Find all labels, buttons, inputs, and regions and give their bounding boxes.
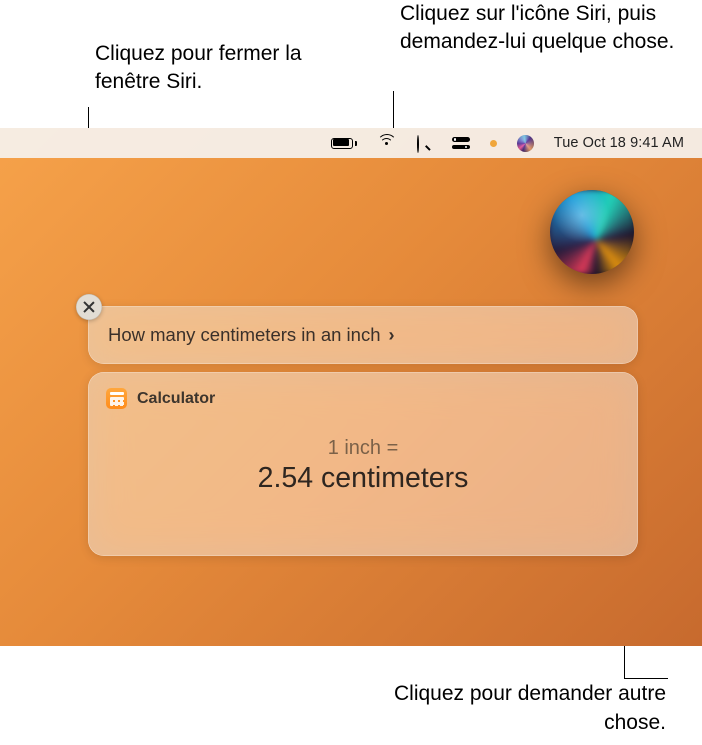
siri-result-card: Calculator 1 inch = 2.54 centimeters — [88, 372, 638, 556]
calculator-label: Calculator — [137, 390, 215, 408]
close-siri-button[interactable] — [76, 294, 102, 320]
siri-orb-button[interactable] — [550, 190, 634, 274]
siri-menubar-icon[interactable] — [517, 135, 534, 152]
leader-line — [393, 91, 394, 128]
battery-icon[interactable] — [331, 138, 357, 149]
calculator-icon — [106, 388, 127, 409]
callout-ask-more: Cliquez pour demander autre chose. — [346, 680, 666, 737]
answer-main: 2.54 centimeters — [106, 462, 620, 495]
close-icon — [83, 301, 95, 313]
siri-query-card[interactable]: How many centimeters in an inch › — [88, 306, 638, 364]
privacy-indicator-icon — [490, 140, 497, 147]
chevron-right-icon: › — [388, 325, 394, 346]
wifi-icon[interactable] — [377, 138, 397, 148]
callout-close-window: Cliquez pour fermer la fenêtre Siri. — [95, 40, 355, 97]
siri-query-text: How many centimeters in an inch — [108, 324, 380, 346]
answer-subtitle: 1 inch = — [106, 437, 620, 460]
leader-line — [624, 678, 668, 679]
callout-siri-icon: Cliquez sur l'icône Siri, puis demandez-… — [400, 0, 690, 57]
menubar-datetime[interactable]: Tue Oct 18 9:41 AM — [554, 135, 684, 151]
desktop: Tue Oct 18 9:41 AM How many centimeters … — [0, 128, 702, 646]
menubar: Tue Oct 18 9:41 AM — [0, 128, 702, 158]
control-center-icon[interactable] — [452, 137, 470, 149]
search-icon[interactable] — [417, 136, 432, 151]
